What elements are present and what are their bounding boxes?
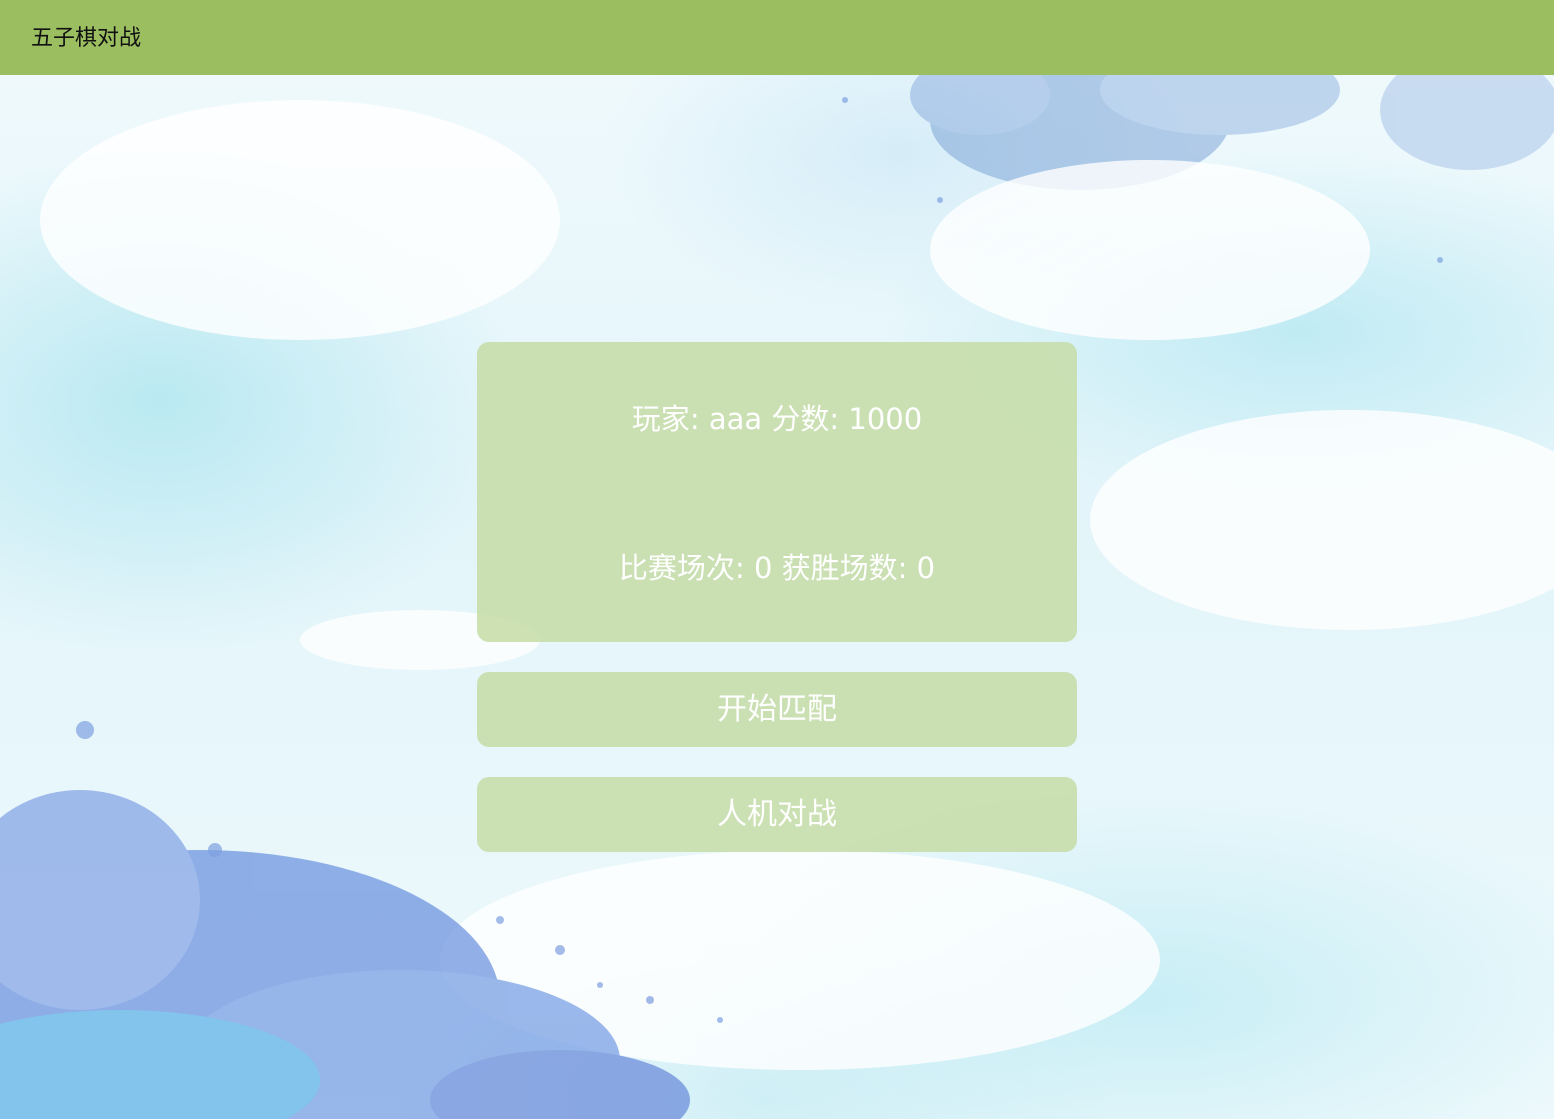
vs-ai-button[interactable]: 人机对战	[477, 777, 1077, 852]
score-label: 分数	[771, 402, 830, 436]
match-stats-line: 比赛场次: 0 获胜场数: 0	[618, 551, 936, 585]
player-name: aaa	[708, 402, 763, 436]
player-info-card: 玩家: aaa 分数: 1000 比赛场次: 0 获胜场数: 0	[477, 342, 1077, 642]
app-title: 五子棋对战	[31, 26, 142, 51]
matches-label: 比赛场次	[618, 551, 735, 585]
player-label: 玩家	[631, 402, 690, 436]
player-score-line: 玩家: aaa 分数: 1000	[631, 402, 923, 436]
wins-label: 获胜场数	[781, 551, 898, 585]
matches-value: 0	[753, 551, 773, 585]
score-value: 1000	[848, 402, 923, 436]
wins-value: 0	[916, 551, 936, 585]
top-navigation-bar: 五子棋对战	[0, 0, 1554, 75]
start-match-button[interactable]: 开始匹配	[477, 672, 1077, 747]
